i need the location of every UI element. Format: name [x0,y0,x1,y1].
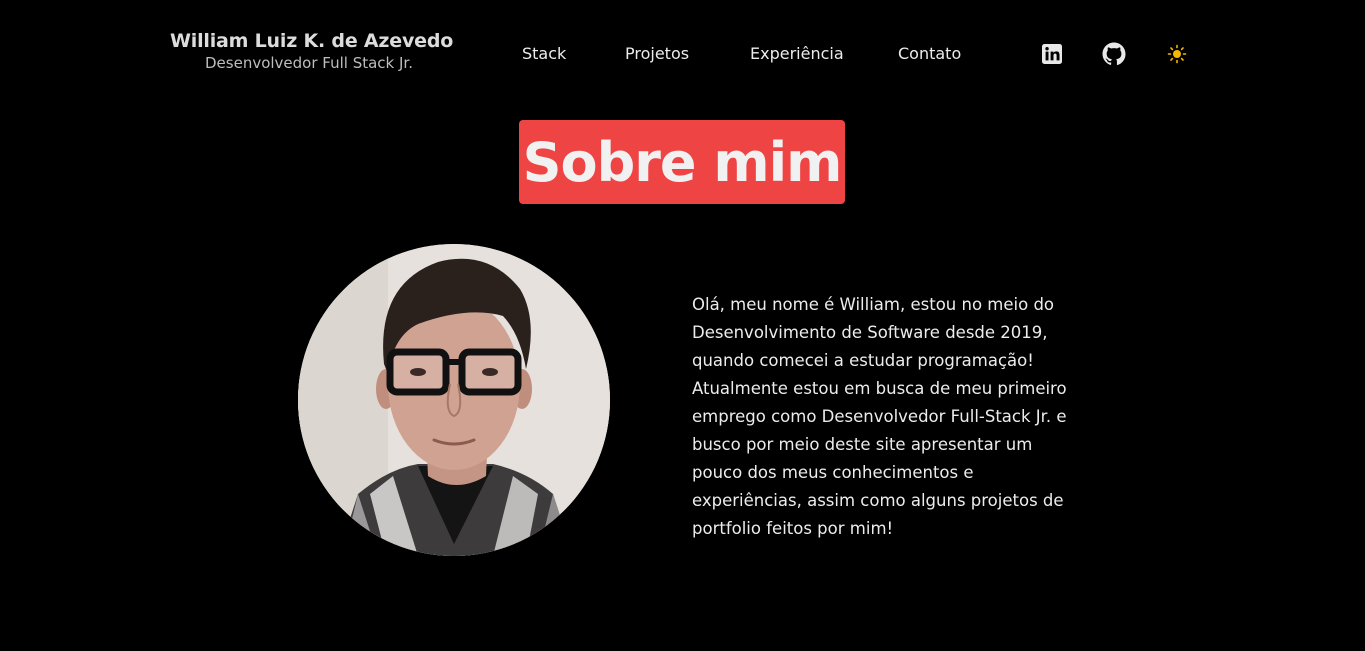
site-owner-name: William Luiz K. de Azevedo [170,30,454,52]
page: William Luiz K. de Azevedo Desenvolvedor… [0,0,1365,651]
nav-link-projetos[interactable]: Projetos [625,44,689,63]
section-title-badge: Sobre mim [519,120,845,204]
about-bio: Olá, meu nome é William, estou no meio d… [692,294,1067,538]
site-owner-role: Desenvolvedor Full Stack Jr. [205,54,413,72]
profile-photo [298,244,610,556]
github-icon[interactable] [1102,42,1126,66]
sun-icon[interactable] [1165,42,1189,66]
brand: William Luiz K. de Azevedo Desenvolvedor… [170,30,454,72]
linkedin-icon[interactable] [1040,42,1064,66]
nav-link-experiencia[interactable]: Experiência [750,44,844,63]
section-title: Sobre mim [522,130,843,194]
nav-link-stack[interactable]: Stack [522,44,566,63]
nav-link-contato[interactable]: Contato [898,44,961,63]
